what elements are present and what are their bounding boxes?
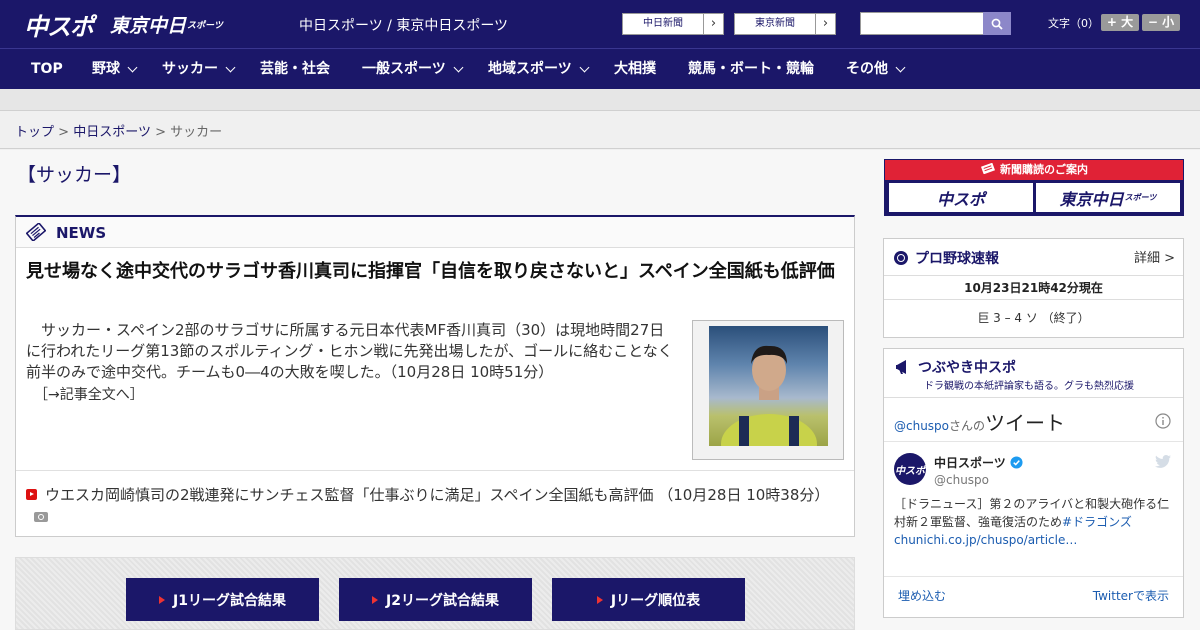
baseball-icon	[894, 251, 908, 265]
nav-item-other[interactable]: その他	[846, 49, 906, 89]
chunichi-shimbun-link[interactable]: 中日新聞 ›	[622, 13, 724, 35]
chevron-right-icon: ›	[703, 14, 723, 34]
search-button[interactable]	[983, 12, 1011, 35]
baseball-detail-link[interactable]: 詳細 >	[1134, 247, 1175, 266]
nav-item-regional-sports[interactable]: 地域スポーツ	[488, 49, 590, 89]
play-triangle-icon	[159, 595, 166, 604]
nav-item-general-sports[interactable]: 一般スポーツ	[362, 49, 464, 89]
breadcrumb-separator: >	[155, 125, 166, 140]
article-headline[interactable]: 見せ場なく途中交代のサラゴサ香川真司に指揮官「自信を取り戻さないと」スペイン全国…	[26, 259, 846, 284]
newspaper-icon	[980, 162, 996, 175]
widget-divider	[884, 397, 1183, 398]
article-summary: サッカー・スペイン2部のサラゴサに所属する元日本代表MF香川真司（30）は現地時…	[26, 320, 678, 383]
search-input[interactable]	[860, 12, 984, 35]
tweet-account-handle[interactable]: @chuspo	[934, 473, 989, 487]
tweets-heading: ツイート	[985, 411, 1066, 435]
news-section: NEWS 見せ場なく途中交代のサラゴサ香川真司に指揮官「自信を取り戻さないと」ス…	[15, 215, 855, 537]
chevron-down-icon	[225, 62, 236, 72]
paper-link-label: 中日新聞	[643, 18, 683, 29]
nav-item-baseball[interactable]: 野球	[92, 49, 138, 89]
league-button-area: J1リーグ試合結果 J2リーグ試合結果 Jリーグ順位表	[15, 557, 855, 630]
breadcrumb-chuspo-link[interactable]: 中日スポーツ	[73, 125, 151, 140]
verified-badge-icon	[1010, 456, 1023, 469]
chuspo-logo[interactable]: 中スポ	[24, 6, 94, 42]
read-more-link[interactable]: ［→記事全文へ］	[34, 384, 144, 404]
article-photo-frame[interactable]	[692, 320, 844, 460]
newspaper-icon	[26, 223, 46, 241]
font-size-label: 文字（0）	[1048, 17, 1099, 30]
chevron-down-icon	[453, 62, 464, 72]
chevron-down-icon	[579, 62, 590, 72]
play-triangle-icon	[372, 595, 379, 604]
font-larger-button[interactable]: + 大	[1101, 14, 1139, 31]
tokyo-shimbun-link[interactable]: 東京新聞 ›	[734, 13, 836, 35]
breadcrumb-separator: >	[58, 125, 70, 140]
top-header: 中スポ 東京中日 スポーツ 中日スポーツ / 東京中日スポーツ 中日新聞 › 東京…	[0, 0, 1200, 48]
tweets-widget-subtitle: ドラ観戦の本紙評論家も語る。グラも熱烈応援	[924, 381, 1134, 392]
tokyo-chunichi-subscribe-logo[interactable]: 東京中日 スポーツ	[1036, 183, 1180, 212]
camera-icon	[34, 512, 48, 522]
video-icon	[26, 489, 37, 500]
related-article-link[interactable]: ウエスカ岡崎慎司の2戦連発にサンチェス監督「仕事ぶりに満足」スペイン全国紙も高評…	[26, 485, 846, 527]
nav-item-entertainment[interactable]: 芸能・社会	[260, 49, 330, 89]
nav-item-top[interactable]: TOP	[31, 49, 63, 89]
chevron-down-icon	[895, 62, 906, 72]
nav-item-sumo[interactable]: 大相撲	[614, 49, 656, 89]
info-icon[interactable]	[1155, 413, 1171, 429]
breadcrumb-top-link[interactable]: トップ	[15, 125, 54, 140]
breadcrumb: トップ > 中日スポーツ > サッカー	[15, 121, 222, 140]
chuspo-subscribe-logo[interactable]: 中スポ	[889, 183, 1033, 212]
embed-link[interactable]: 埋め込む	[898, 587, 946, 604]
widget-divider	[884, 576, 1183, 577]
nav-item-soccer[interactable]: サッカー	[162, 49, 236, 89]
news-divider	[16, 470, 854, 471]
baseball-widget-title: プロ野球速報	[894, 248, 999, 268]
baseball-timestamp: 10月23日21時42分現在	[964, 281, 1103, 295]
nav-item-racing[interactable]: 競馬・ボート・競輪	[688, 49, 814, 89]
baseball-score-widget: プロ野球速報 詳細 > 10月23日21時42分現在 巨 3 – 4 ソ （終了…	[883, 238, 1184, 338]
j2-results-button[interactable]: J2リーグ試合結果	[339, 578, 532, 621]
paper-link-label: 東京新聞	[755, 18, 795, 29]
widget-divider	[884, 275, 1183, 276]
j1-results-button[interactable]: J1リーグ試合結果	[126, 578, 319, 621]
tweets-widget: つぶやき中スポ ドラ観戦の本紙評論家も語る。グラも熱烈応援 @chuspoさんの…	[883, 348, 1184, 618]
breadcrumb-current: サッカー	[170, 125, 223, 140]
news-section-header: NEWS	[16, 217, 854, 248]
ad-band	[0, 89, 1200, 111]
play-triangle-icon	[596, 595, 603, 604]
twitter-bird-icon[interactable]	[1155, 455, 1171, 468]
news-section-title: NEWS	[56, 224, 107, 242]
j-league-standings-button[interactable]: Jリーグ順位表	[552, 578, 745, 621]
tweet-text: ［ドラニュース］第２のアライバと和製大砲作る仁村新２軍監督、強竜復活のため#ドラ…	[894, 497, 1170, 547]
subscription-banner[interactable]: 新聞購読のご案内 中スポ 東京中日 スポーツ	[884, 159, 1184, 216]
font-smaller-button[interactable]: − 小	[1142, 14, 1180, 31]
chevron-right-icon: ›	[815, 14, 835, 34]
twitter-handle-link[interactable]: @chuspo	[894, 419, 949, 433]
subscription-title: 新聞購読のご案内	[885, 160, 1183, 180]
article-photo	[709, 326, 828, 446]
page-title: 【サッカー】	[17, 164, 132, 186]
avatar[interactable]: 中スポ	[894, 453, 926, 485]
player-photo-illustration	[721, 345, 817, 446]
baseball-score[interactable]: 巨 3 – 4 ソ （終了）	[884, 309, 1183, 326]
widget-divider	[884, 441, 1183, 442]
site-title: 中日スポーツ / 東京中日スポーツ	[299, 18, 509, 34]
chevron-down-icon	[127, 62, 138, 72]
megaphone-icon	[896, 360, 906, 374]
main-nav: TOP 野球 サッカー 芸能・社会 一般スポーツ 地域スポーツ 大相撲 競馬・ボ…	[0, 48, 1200, 89]
view-on-twitter-link[interactable]: Twitterで表示	[1093, 587, 1169, 604]
twitter-timeline-header: @chuspoさんのツイート	[894, 411, 1066, 435]
article-summary-text: サッカー・スペイン2部のサラゴサに所属する元日本代表MF香川真司（30）は現地時…	[26, 321, 673, 381]
related-article-title: ウエスカ岡崎慎司の2戦連発にサンチェス監督「仕事ぶりに満足」スペイン全国紙も高評…	[45, 486, 830, 504]
tokyo-chunichi-logo[interactable]: 東京中日 スポーツ	[110, 6, 223, 42]
search-icon	[991, 18, 1003, 30]
tweets-widget-title: つぶやき中スポ	[894, 357, 1016, 377]
tweet-account-name[interactable]: 中日スポーツ	[934, 454, 1023, 471]
widget-divider	[884, 299, 1183, 300]
